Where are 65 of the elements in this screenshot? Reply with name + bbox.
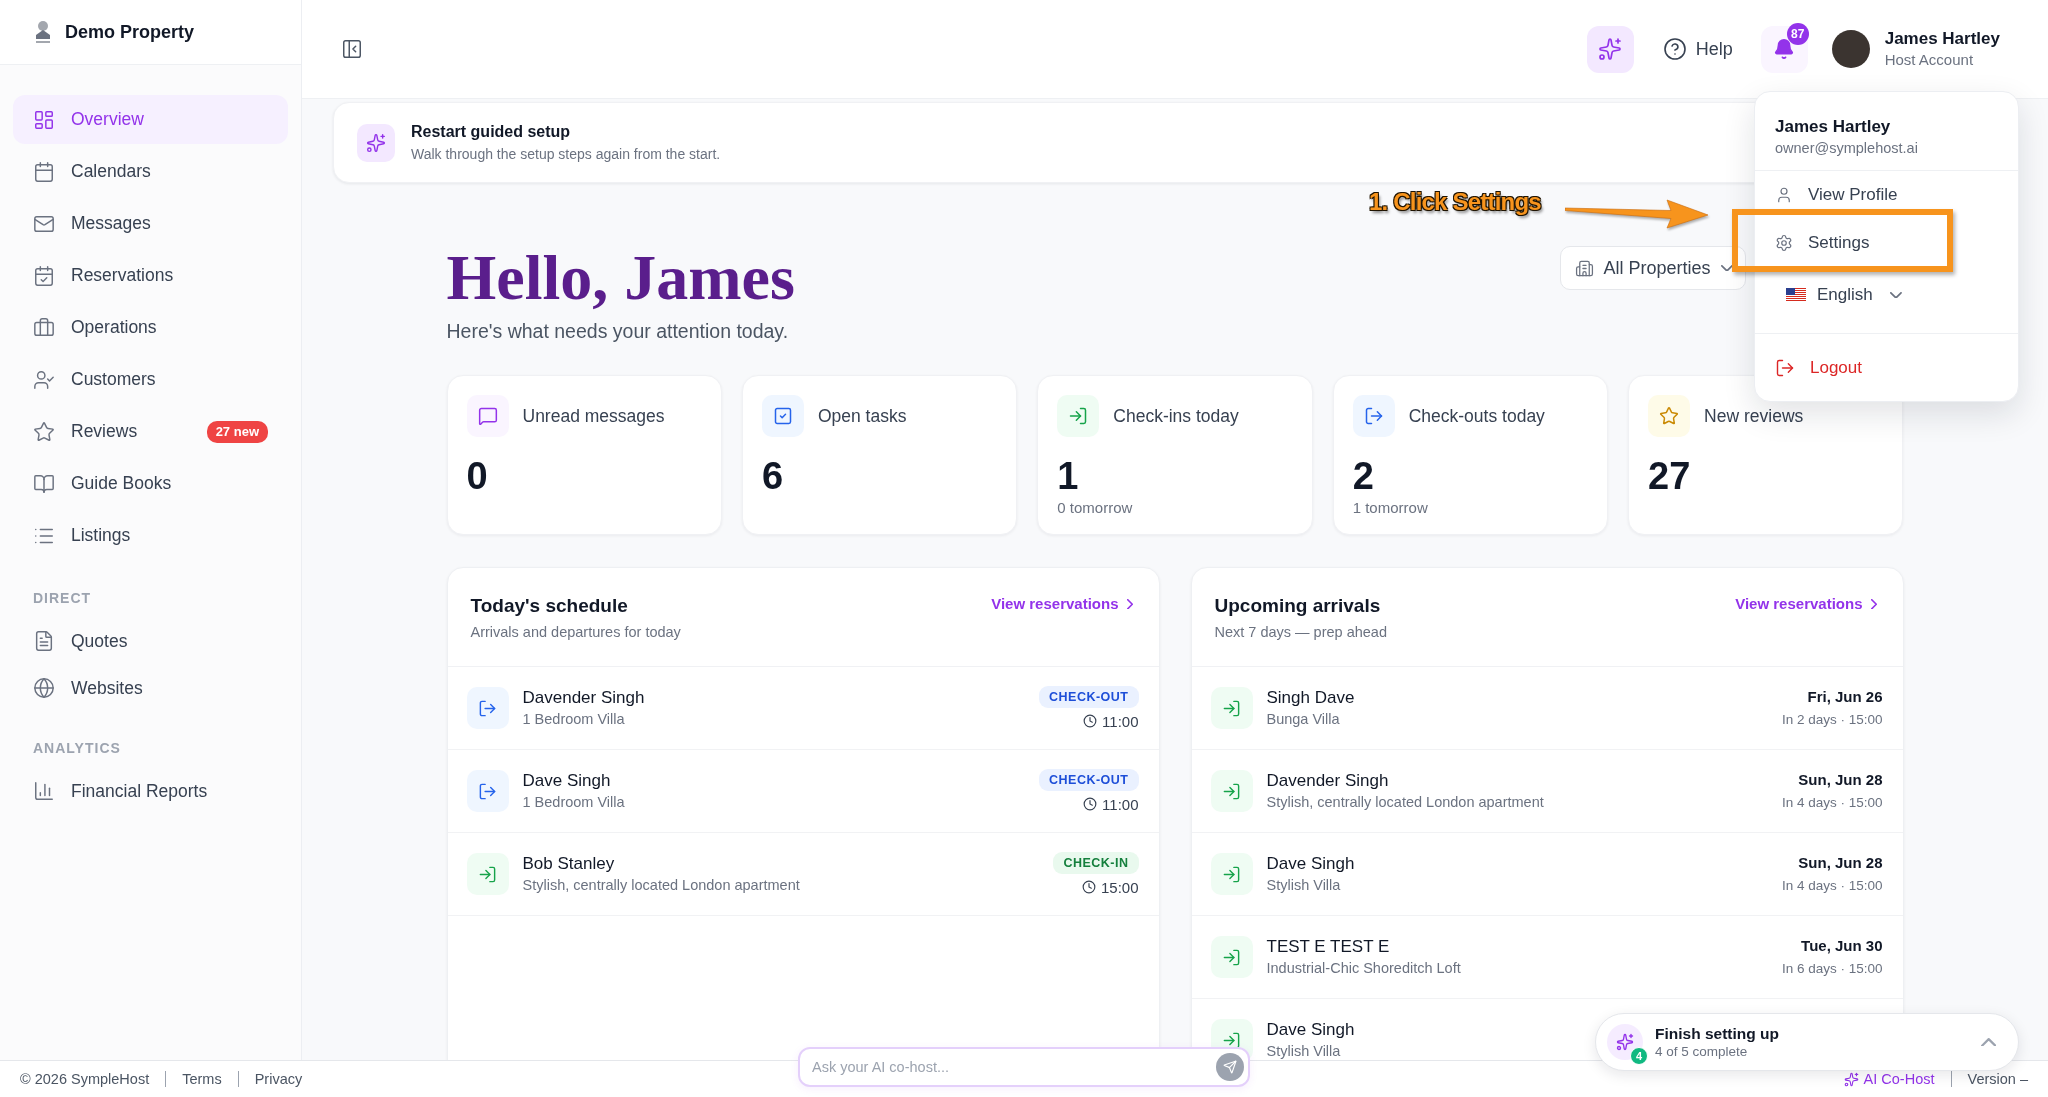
notification-count: 87 (1786, 22, 1809, 45)
guest-name: Dave Singh (1266, 853, 1355, 874)
property-name: Stylish Villa (1266, 1042, 1341, 1060)
greeting-subtitle: Here's what needs your attention today. (446, 319, 789, 344)
greeting-title: Hello, James (446, 243, 795, 313)
stat-label: Open tasks (817, 405, 907, 427)
stat-value: 0 (466, 454, 488, 499)
guest-name: Bob Stanley (522, 853, 615, 874)
guest-name: TEST E TEST E (1266, 936, 1390, 957)
copyright-text: © 2026 SympleHost (20, 1071, 150, 1087)
panel-subtitle: Next 7 days — prep ahead (1214, 623, 1387, 642)
steps-complete-text: 4 of 5 complete (1655, 1043, 1748, 1060)
status-pill: CHECK-OUT (1039, 685, 1139, 708)
property-name: Demo Property (65, 21, 195, 43)
stat-value: 1 (1057, 454, 1079, 499)
property-name: Bunga Villa (1266, 710, 1340, 729)
arrival-date: Sun, Jun 28 (1798, 770, 1883, 790)
arrival-date: Fri, Jun 26 (1807, 687, 1883, 707)
property-name: 1 Bedroom Villa (522, 793, 625, 812)
property-name: Stylish, centrally located London apartment (1266, 793, 1544, 812)
stat-label: Unread messages (522, 405, 665, 427)
panel-title: Upcoming arrivals (1214, 594, 1381, 618)
arrival-countdown: In 6 days · 15:00 (1781, 960, 1883, 978)
nav-section-heading: DIRECT (33, 589, 93, 608)
nav-section-heading: ANALYTICS (33, 739, 122, 758)
banner-title: Restart guided setup (411, 122, 571, 142)
arrival-countdown: In 2 days · 15:00 (1781, 711, 1883, 729)
stat-label: New reviews (1704, 405, 1804, 427)
property-name: Stylish, centrally located London apartment (522, 876, 800, 895)
stat-label: Check-ins today (1113, 405, 1239, 427)
stat-note: 1 tomorrow (1352, 499, 1428, 517)
property-name: Industrial-Chic Shoreditch Loft (1266, 959, 1461, 978)
status-pill: CHECK-IN (1053, 851, 1139, 874)
arrival-date: Sun, Jun 28 (1798, 853, 1883, 873)
stat-value: 27 (1648, 454, 1691, 499)
stat-note: 0 tomorrow (1057, 499, 1133, 517)
version-text: Version – (1967, 1071, 2028, 1087)
panel-title: Today's schedule (470, 594, 628, 618)
setup-title: Finish setting up (1655, 1024, 1779, 1043)
panel-subtitle: Arrivals and departures for today (470, 623, 681, 642)
guest-name: Davender Singh (522, 687, 645, 708)
time-text: 11:00 (1102, 711, 1139, 731)
arrival-date: Tue, Jun 30 (1801, 936, 1883, 956)
time-text: 11:00 (1102, 794, 1139, 814)
menu-user-email: owner@symplehost.ai (1775, 139, 1918, 158)
menu-user-name: James Hartley (1775, 116, 1891, 138)
guest-name: Singh Dave (1266, 687, 1355, 708)
user-name: James Hartley (1884, 28, 2000, 50)
guest-name: Davender Singh (1266, 770, 1389, 791)
time-text: 15:00 (1100, 877, 1139, 897)
guest-name: Dave Singh (1266, 1019, 1355, 1040)
guest-name: Dave Singh (522, 770, 611, 791)
property-name: 1 Bedroom Villa (522, 710, 625, 729)
step-count-badge: 4 (1630, 1047, 1648, 1065)
stat-value: 2 (1352, 454, 1374, 499)
arrival-countdown: In 4 days · 15:00 (1781, 877, 1883, 895)
stat-label: Check-outs today (1408, 405, 1545, 427)
user-role: Host Account (1884, 50, 1975, 70)
stat-value: 6 (761, 454, 784, 499)
count-badge: 27 new (206, 420, 268, 443)
banner-subtitle: Walk through the setup steps again from the start. (411, 145, 721, 163)
property-name: Stylish Villa (1266, 876, 1341, 895)
callout-text: 1. Click Settings (1369, 187, 1541, 217)
arrival-countdown: In 4 days · 15:00 (1781, 794, 1883, 812)
status-pill: CHECK-OUT (1039, 768, 1139, 791)
